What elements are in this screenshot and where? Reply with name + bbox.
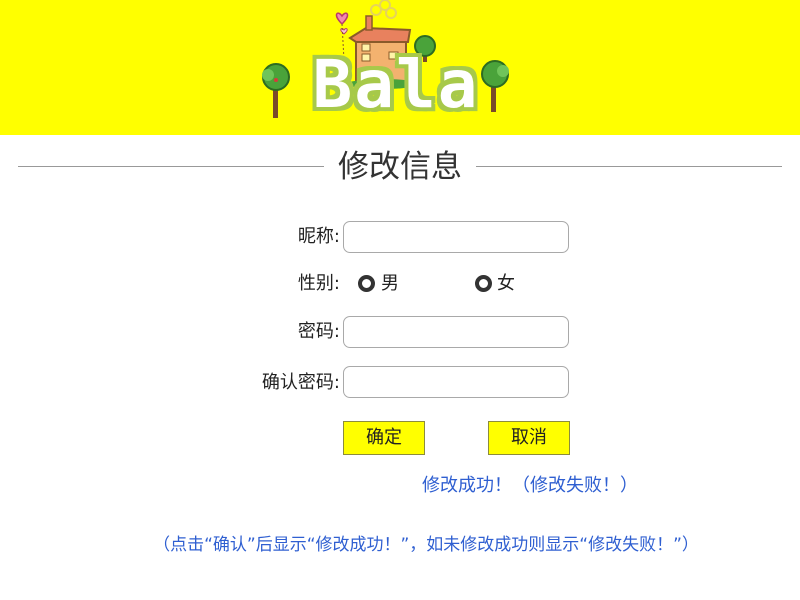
password-label: 密码:: [297, 321, 340, 342]
page-title: 修改信息: [338, 149, 462, 185]
nickname-input[interactable]: [343, 221, 569, 253]
nickname-label: 昵称:: [297, 226, 340, 247]
cancel-button[interactable]: 取消: [488, 421, 570, 455]
title-divider-right: [476, 166, 782, 167]
gender-male-radio[interactable]: [358, 275, 375, 292]
password-input[interactable]: [343, 316, 569, 348]
gender-female-label[interactable]: 女: [497, 272, 515, 296]
instruction-note: （点击“确认”后显示“修改成功！”，如未修改成功则显示“修改失败！”）: [153, 535, 699, 555]
gender-label: 性别:: [297, 273, 340, 294]
gender-female-radio[interactable]: [475, 275, 492, 292]
header-banner: Bala: [0, 0, 800, 135]
confirm-password-label: 确认密码:: [261, 372, 340, 393]
page-title-row: 修改信息: [18, 145, 782, 189]
gender-male-label[interactable]: 男: [381, 272, 399, 296]
confirm-password-input[interactable]: [343, 366, 569, 398]
logo-text: Bala: [312, 46, 480, 123]
status-message: 修改成功！（修改失败！）: [422, 475, 638, 496]
confirm-button[interactable]: 确定: [343, 421, 425, 455]
title-divider-left: [18, 166, 324, 167]
